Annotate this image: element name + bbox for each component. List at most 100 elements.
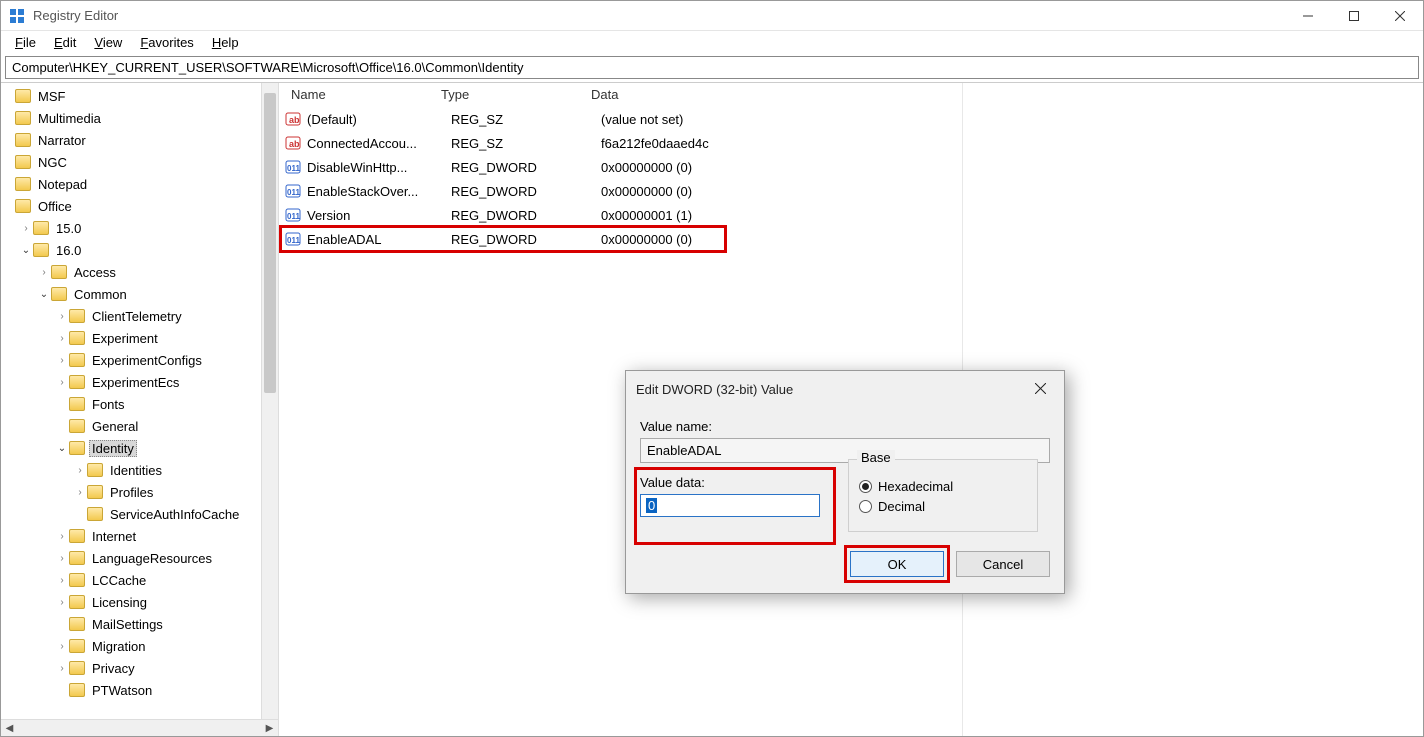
chevron-right-icon[interactable]: › — [37, 267, 51, 278]
tree-item[interactable]: › ExperimentEcs — [1, 371, 278, 393]
close-button[interactable] — [1377, 1, 1423, 31]
tree-item[interactable]: Notepad — [1, 173, 278, 195]
chevron-right-icon[interactable]: › — [55, 333, 69, 344]
column-header-name[interactable]: Name — [285, 83, 435, 106]
cancel-button[interactable]: Cancel — [956, 551, 1050, 577]
menu-file[interactable]: File — [7, 33, 44, 52]
tree-item[interactable]: ServiceAuthInfoCache — [1, 503, 278, 525]
chevron-down-icon[interactable]: ⌄ — [37, 289, 51, 300]
chevron-right-icon[interactable]: › — [55, 531, 69, 542]
tree-item[interactable]: Multimedia — [1, 107, 278, 129]
chevron-right-icon[interactable]: › — [55, 597, 69, 608]
chevron-right-icon[interactable]: › — [19, 223, 33, 234]
tree-item-label: Fonts — [89, 396, 128, 413]
minimize-button[interactable] — [1285, 1, 1331, 31]
svg-text:011: 011 — [287, 212, 300, 221]
tree-item[interactable]: ⌄Identity — [1, 437, 278, 459]
tree-item[interactable]: ›LCCache — [1, 569, 278, 591]
column-header-type[interactable]: Type — [435, 83, 585, 106]
maximize-button[interactable] — [1331, 1, 1377, 31]
value-type-cell: REG_SZ — [451, 136, 601, 151]
folder-icon — [69, 595, 85, 609]
scroll-left-icon[interactable]: ◀ — [1, 720, 18, 737]
radio-hexadecimal[interactable]: Hexadecimal — [859, 479, 1027, 494]
value-data-group: Value data: 0 — [640, 473, 830, 517]
value-row[interactable]: 011EnableADALREG_DWORD0x00000000 (0) — [279, 227, 1423, 251]
value-row[interactable]: 011VersionREG_DWORD0x00000001 (1) — [279, 203, 1423, 227]
tree-item[interactable]: › Access — [1, 261, 278, 283]
folder-icon — [33, 243, 49, 257]
tree-item[interactable]: ⌄16.0 — [1, 239, 278, 261]
tree-scrollbar-horizontal[interactable]: ◀ ▶ — [1, 719, 278, 736]
menu-favorites[interactable]: Favorites — [132, 33, 201, 52]
chevron-down-icon[interactable]: ⌄ — [55, 443, 69, 454]
tree-item[interactable]: MSF — [1, 85, 278, 107]
menu-help[interactable]: Help — [204, 33, 247, 52]
value-data-cell: f6a212fe0daaed4c — [601, 136, 1423, 151]
tree-item[interactable]: ›LanguageResources — [1, 547, 278, 569]
tree-item[interactable]: Fonts — [1, 393, 278, 415]
tree-scrollbar-vertical[interactable] — [261, 83, 278, 719]
menu-edit[interactable]: Edit — [46, 33, 84, 52]
value-name-label: Value name: — [640, 419, 1050, 434]
tree-item[interactable]: ›Migration — [1, 635, 278, 657]
chevron-right-icon[interactable]: › — [55, 641, 69, 652]
tree-item-label: Access — [71, 264, 119, 281]
address-bar[interactable]: Computer\HKEY_CURRENT_USER\SOFTWARE\Micr… — [5, 56, 1419, 79]
dialog-titlebar[interactable]: Edit DWORD (32-bit) Value — [626, 371, 1064, 407]
tree-item-label: Multimedia — [35, 110, 104, 127]
folder-icon — [15, 177, 31, 191]
column-header-data[interactable]: Data — [585, 83, 1423, 106]
registry-editor-window: Registry Editor File Edit View Favorites… — [0, 0, 1424, 737]
tree-item[interactable]: ›Profiles — [1, 481, 278, 503]
chevron-right-icon[interactable]: › — [73, 487, 87, 498]
tree-item[interactable]: ›Experiment — [1, 327, 278, 349]
chevron-right-icon[interactable]: › — [55, 355, 69, 366]
tree-item[interactable]: ⌄Common — [1, 283, 278, 305]
value-data-cell: 0x00000000 (0) — [601, 184, 1423, 199]
tree-item[interactable]: › Identities — [1, 459, 278, 481]
tree-item[interactable]: MailSettings — [1, 613, 278, 635]
dialog-close-button[interactable] — [1026, 381, 1054, 397]
value-row[interactable]: 011EnableStackOver...REG_DWORD0x00000000… — [279, 179, 1423, 203]
value-row[interactable]: ab(Default)REG_SZ(value not set) — [279, 107, 1423, 131]
tree-item[interactable]: ›Internet — [1, 525, 278, 547]
radio-decimal[interactable]: Decimal — [859, 499, 1027, 514]
tree-item[interactable]: PTWatson — [1, 679, 278, 701]
tree-item[interactable]: ›ClientTelemetry — [1, 305, 278, 327]
chevron-down-icon[interactable]: ⌄ — [19, 245, 33, 256]
base-group: Base Hexadecimal Decimal — [848, 459, 1038, 532]
tree-item-label: Identities — [107, 462, 165, 479]
value-row[interactable]: 011DisableWinHttp...REG_DWORD0x00000000 … — [279, 155, 1423, 179]
folder-icon — [15, 111, 31, 125]
tree-item-label: MailSettings — [89, 616, 166, 633]
titlebar: Registry Editor — [1, 1, 1423, 31]
value-row[interactable]: abConnectedAccou...REG_SZf6a212fe0daaed4… — [279, 131, 1423, 155]
registry-tree[interactable]: MSF Multimedia NarratorNGCNotepadOffice › 15… — [1, 83, 278, 719]
tree-item[interactable]: ›ExperimentConfigs — [1, 349, 278, 371]
chevron-right-icon[interactable]: › — [55, 377, 69, 388]
tree-item[interactable]: ›Privacy — [1, 657, 278, 679]
tree-item-label: 15.0 — [53, 220, 84, 237]
tree-item-label: ExperimentEcs — [89, 374, 182, 391]
folder-icon — [87, 485, 103, 499]
menu-view[interactable]: View — [86, 33, 130, 52]
value-name-cell: DisableWinHttp... — [307, 160, 451, 175]
folder-icon — [69, 573, 85, 587]
ok-button[interactable]: OK — [850, 551, 944, 577]
chevron-right-icon[interactable]: › — [55, 663, 69, 674]
tree-item[interactable]: NGC — [1, 151, 278, 173]
scrollbar-thumb[interactable] — [264, 93, 276, 393]
chevron-right-icon[interactable]: › — [55, 575, 69, 586]
tree-item[interactable]: Office — [1, 195, 278, 217]
tree-item[interactable]: › 15.0 — [1, 217, 278, 239]
tree-item[interactable]: General — [1, 415, 278, 437]
scroll-right-icon[interactable]: ▶ — [261, 720, 278, 737]
tree-item[interactable]: Narrator — [1, 129, 278, 151]
reg-string-icon: ab — [285, 135, 301, 151]
value-data-field[interactable]: 0 — [640, 494, 820, 517]
chevron-right-icon[interactable]: › — [55, 311, 69, 322]
chevron-right-icon[interactable]: › — [55, 553, 69, 564]
chevron-right-icon[interactable]: › — [73, 465, 87, 476]
tree-item[interactable]: ›Licensing — [1, 591, 278, 613]
